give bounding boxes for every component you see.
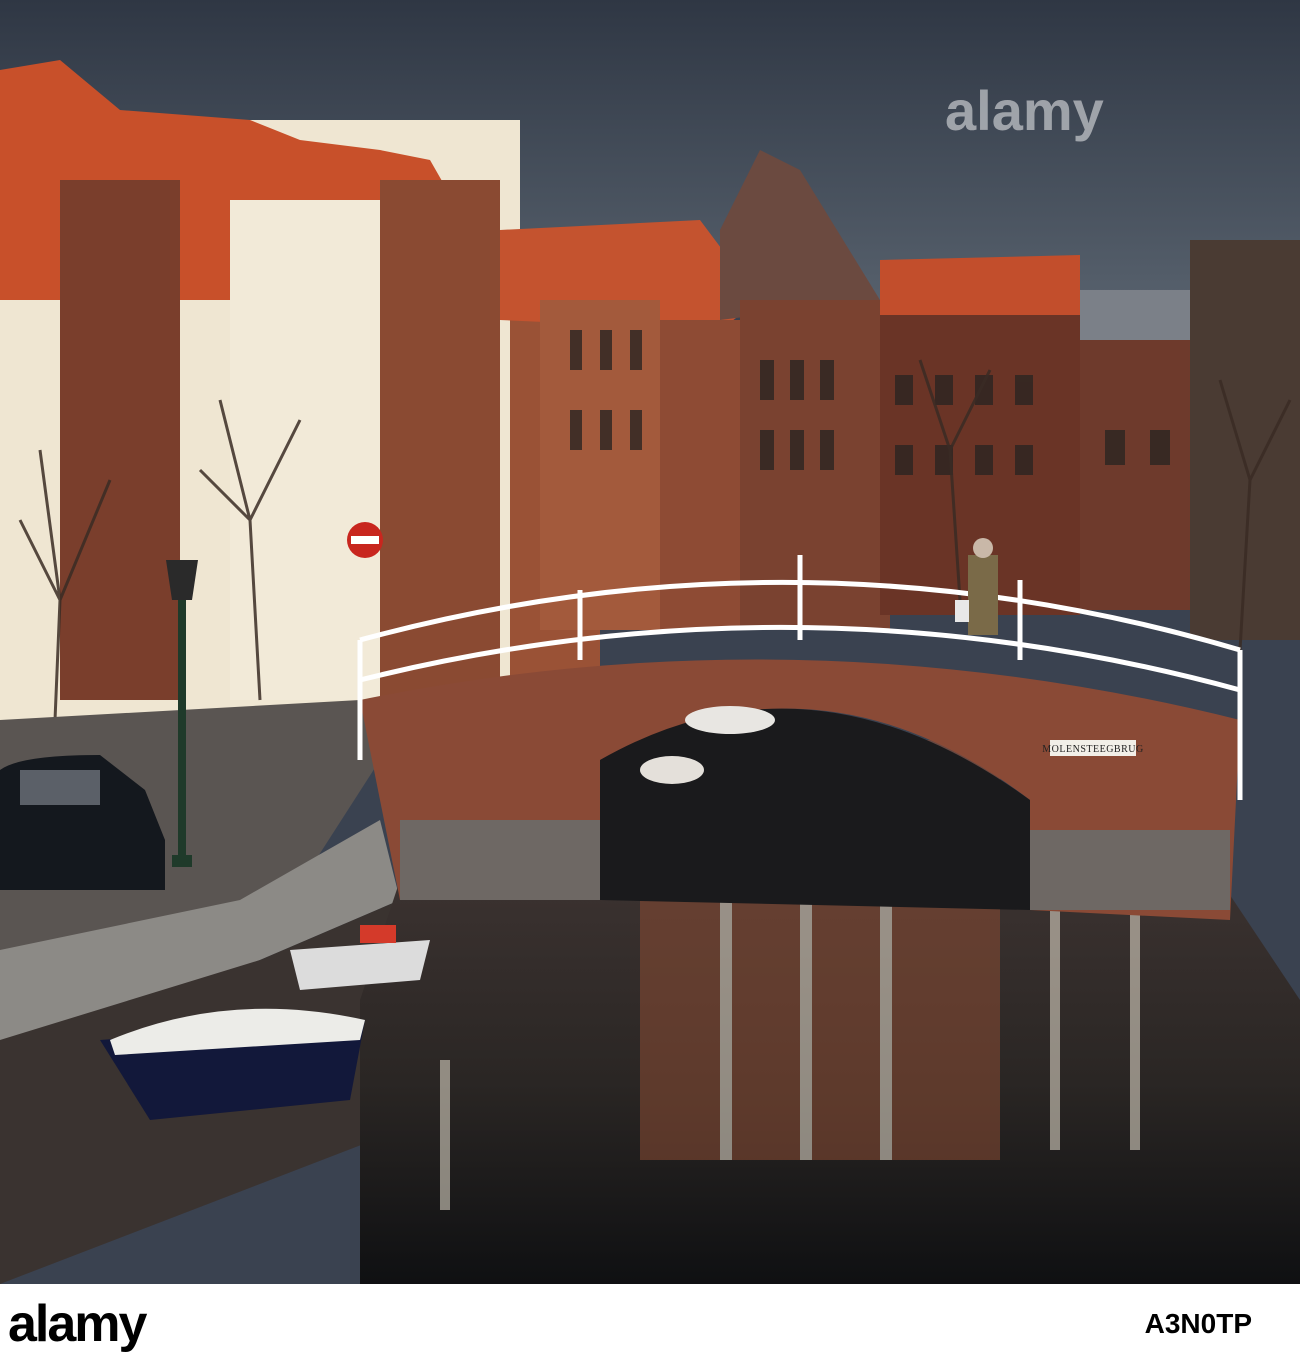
boat-under-bridge — [685, 706, 775, 734]
left-houses — [0, 60, 600, 720]
watermark-text: alamy — [945, 79, 1104, 142]
arched-bridge — [360, 659, 1240, 920]
footer-logo: alamy — [8, 1295, 147, 1353]
bridge-sign: MOLENSTEEGBRUG — [1042, 744, 1143, 755]
photo: MOLENSTEEGBRUG alamy — [0, 0, 1300, 1284]
boat-small-white — [640, 756, 704, 784]
no-entry-sign — [347, 522, 383, 558]
canal-scene: MOLENSTEEGBRUG alamy — [0, 0, 1300, 1284]
image-id-label: A3N0TP — [1144, 1308, 1252, 1339]
footer-bar: alamy A3N0TP — [0, 1284, 1300, 1361]
